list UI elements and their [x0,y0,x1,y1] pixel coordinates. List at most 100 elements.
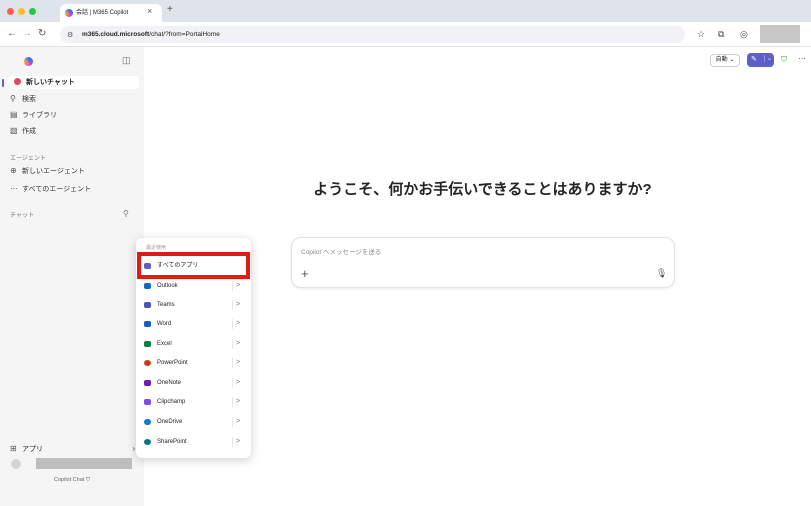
popup-section-label: 最近使用 [146,245,167,251]
chevron-right-icon[interactable]: > [232,319,240,329]
copilot-logo-icon[interactable] [24,57,33,66]
chevron-down-icon[interactable]: ⌄ [764,55,772,62]
chevron-right-icon[interactable]: > [232,437,240,447]
sharepoint-icon [144,439,151,445]
active-indicator [2,79,4,87]
new-chat-label: 新しいチャット [26,79,75,86]
search-chats-icon[interactable]: ⚲ [123,209,129,218]
shield-check-icon[interactable]: ⛉ [781,55,787,65]
menu-item-label: PowerPoint [157,360,188,366]
microphone-icon[interactable]: 🎙 [656,268,667,279]
menu-item-label: Clipchamp [157,399,186,405]
close-window-button[interactable] [7,8,14,15]
menu-item-onenote[interactable]: OneNote > [144,376,244,390]
message-composer[interactable]: Copilot へメッセージを送る + 🎙 [291,237,675,288]
site-settings-icon[interactable]: ⚙ [67,27,73,44]
add-attachment-icon[interactable]: + [301,267,309,280]
copilot-favicon-icon [65,9,73,17]
tab-close-button[interactable]: × [147,5,152,17]
word-icon [144,321,151,327]
create-icon: ▧ [10,126,18,135]
sidebar-item-search[interactable]: ⚲ 検索 [10,93,36,106]
footer-text: Copilot Chat [54,477,85,483]
menu-item-outlook[interactable]: Outlook > [144,279,244,293]
chevron-right-icon[interactable]: > [232,300,240,310]
avatar[interactable] [11,459,21,469]
highlight-box [137,252,250,279]
menu-item-label: Outlook [157,283,178,289]
sidebar: ◫ 新しいチャット ⚲ 検索 ▤ ライブラリ ▧ 作成 エージェント ⊕ 新しいエージェ… [0,47,144,506]
onedrive-icon [144,419,151,425]
new-chat-button[interactable]: 新しいチャット [8,76,139,89]
powerpoint-icon [144,360,151,366]
forward-arrow-icon[interactable]: → [22,27,32,41]
mode-label: 自動 [715,57,728,63]
sidebar-item-new-agent[interactable]: ⊕ 新しいエージェント [10,165,85,178]
browser-toolbar: ← → ↻ ⚙ m365.cloud.microsoft/chat/?from=… [0,22,811,47]
url-domain: m365.cloud.microsoft [82,31,150,38]
minimize-window-button[interactable] [18,8,25,15]
teams-icon [144,302,151,308]
collapse-sidebar-icon[interactable]: ◫ [122,55,131,66]
chevron-right-icon[interactable]: > [232,378,240,388]
new-chat-split-button[interactable]: ✎ ⌄ [747,53,774,67]
chevron-right-icon[interactable]: > [232,397,240,407]
chevron-right-icon[interactable]: > [232,417,240,427]
menu-item-sharepoint[interactable]: SharePoint > [144,435,244,449]
footer-label: Copilot Chat ⛉ [0,477,144,484]
menu-item-onedrive[interactable]: OneDrive > [144,415,244,429]
tab-title: 会話 | M365 Copilot [76,10,129,16]
chevron-right-icon: › [132,444,135,453]
sidebar-item-label: ライブラリ [22,112,57,119]
chat-section-label: チャット [10,213,34,219]
reload-icon[interactable]: ↻ [38,27,46,41]
sidebar-item-label: アプリ [22,446,43,453]
menu-item-word[interactable]: Word > [144,317,244,331]
back-arrow-icon[interactable]: ← [7,27,17,41]
new-chat-icon [14,78,21,85]
chevron-right-icon[interactable]: > [232,339,240,349]
address-bar[interactable]: ⚙ m365.cloud.microsoft/chat/?from=Portal… [60,26,685,43]
welcome-heading: ようこそ、何かお手伝いできることはありますか? [313,181,652,198]
menu-item-label: Word [157,321,172,327]
new-agent-icon: ⊕ [10,166,17,175]
menu-item-clipchamp[interactable]: Clipchamp > [144,395,244,409]
profile-button[interactable] [760,25,800,43]
bookmark-star-icon[interactable]: ☆ [697,28,705,40]
maximize-window-button[interactable] [29,8,36,15]
user-name-redacted[interactable] [36,458,132,469]
sidebar-item-label: 新しいエージェント [22,168,85,175]
extensions-icon[interactable]: ⧉ [718,28,724,40]
sidebar-item-create[interactable]: ▧ 作成 [10,125,36,138]
apps-grid-icon: ⊞ [10,444,17,453]
outlook-icon [144,283,151,289]
sidebar-item-library[interactable]: ▤ ライブラリ [10,109,57,122]
excel-icon [144,341,151,347]
more-options-icon[interactable]: ⋯ [798,54,806,63]
menu-item-label: OneNote [157,380,182,386]
chevron-right-icon[interactable]: > [232,358,240,368]
message-input-placeholder[interactable]: Copilot へメッセージを送る [301,246,381,256]
search-icon: ⚲ [10,94,16,103]
sidebar-item-label: 作成 [22,128,36,135]
url-path: /chat/?from=PortalHome [149,31,220,38]
menu-item-label: Excel [157,341,172,347]
menu-item-label: Teams [157,302,175,308]
menu-item-powerpoint[interactable]: PowerPoint > [144,356,244,370]
onenote-icon [144,380,151,386]
mode-select[interactable]: 自動 ⌄ [710,54,740,67]
new-tab-button[interactable]: + [167,4,173,15]
menu-item-teams[interactable]: Teams > [144,298,244,312]
sidebar-item-all-agents[interactable]: ⋯ すべてのエージェント [10,183,91,196]
agents-section-label: エージェント [10,156,46,162]
chevron-right-icon[interactable]: > [232,281,240,291]
menu-item-label: OneDrive [157,419,183,425]
chevron-down-icon: ⌄ [729,57,735,63]
menu-item-excel[interactable]: Excel > [144,337,244,351]
browser-tab-bar: 会話 | M365 Copilot × + [0,0,811,22]
library-icon: ▤ [10,110,18,119]
sidebar-item-apps[interactable]: ⊞ アプリ › [10,443,135,456]
copilot-browser-icon[interactable]: ◎ [740,28,748,40]
menu-item-label: SharePoint [157,439,187,445]
compose-icon[interactable]: ✎ [751,55,757,63]
